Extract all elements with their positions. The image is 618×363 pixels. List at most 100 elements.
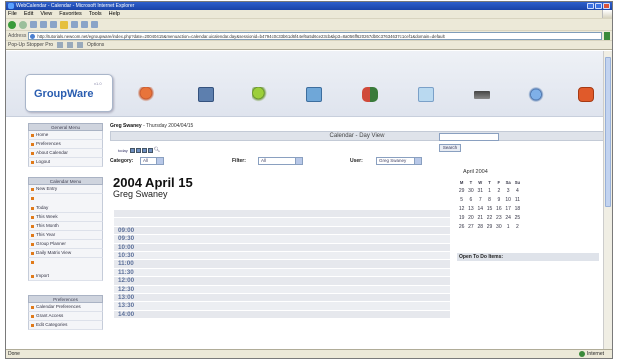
stop-icon[interactable] — [30, 21, 37, 28]
time-slot[interactable]: 13:30 — [114, 302, 450, 311]
day-cell[interactable]: 4 — [513, 187, 522, 196]
menu-file[interactable]: File — [8, 11, 17, 17]
time-slot[interactable]: 12:00 — [114, 277, 450, 286]
logout-icon[interactable] — [578, 87, 594, 102]
menu-view[interactable]: View — [40, 11, 52, 17]
favorites-icon[interactable] — [60, 20, 68, 29]
users-icon[interactable] — [362, 87, 378, 102]
search-input[interactable] — [439, 133, 499, 141]
search-icon[interactable]: 🔍︎ — [154, 147, 160, 153]
forward-icon[interactable] — [19, 20, 27, 29]
week-view-icon[interactable] — [135, 147, 141, 153]
time-slot[interactable]: 13:00 — [114, 293, 450, 303]
sidebar-item-home[interactable]: Home — [28, 131, 103, 140]
day-cell[interactable]: 23 — [494, 214, 503, 223]
menu-edit[interactable]: Edit — [24, 11, 33, 17]
mini-calendar-title[interactable]: April 2004 — [463, 169, 599, 175]
year-view-icon[interactable] — [147, 147, 153, 153]
preferences-icon[interactable] — [474, 91, 490, 99]
sidebar-item-logout[interactable]: Logout — [28, 158, 103, 167]
day-cell[interactable]: 5 — [457, 196, 466, 205]
category-select[interactable]: All — [140, 157, 164, 165]
calendar-icon[interactable] — [198, 87, 214, 102]
sidebar-item-group-planner[interactable]: Group Planner — [28, 240, 103, 249]
day-cell[interactable]: 19 — [457, 214, 466, 223]
sidebar-item-daily-matrix[interactable]: Daily Matrix View — [28, 249, 103, 258]
menu-tools[interactable]: Tools — [89, 11, 102, 17]
close-button[interactable] — [603, 3, 610, 9]
scrollbar-thumb[interactable] — [605, 57, 611, 207]
print-icon[interactable] — [91, 21, 98, 28]
sidebar-item-new-entry[interactable]: New Entry — [28, 185, 103, 194]
day-cell[interactable]: 12 — [457, 205, 466, 214]
day-cell[interactable]: 18 — [513, 205, 522, 214]
address-input[interactable]: http://tutorials.newcom.net/egroupware/i… — [28, 31, 602, 40]
search-button[interactable]: Search — [439, 144, 461, 152]
projects-icon[interactable] — [418, 87, 434, 102]
time-slot[interactable]: 11:30 — [114, 268, 450, 278]
filter-select[interactable]: All — [258, 157, 303, 165]
day-cell[interactable]: 17 — [503, 205, 512, 214]
time-slot[interactable]: 11:00 — [114, 260, 450, 269]
time-slot[interactable]: 14:00 — [114, 310, 450, 320]
sidebar-item-this-week[interactable]: This Week — [28, 213, 103, 222]
infolog-icon[interactable] — [252, 87, 268, 102]
popup-sound-icon[interactable] — [67, 42, 74, 48]
day-cell[interactable]: 10 — [503, 196, 512, 205]
day-cell[interactable]: 29 — [485, 223, 494, 232]
today-link[interactable]: today — [118, 148, 128, 153]
day-cell[interactable]: 24 — [503, 214, 512, 223]
addressbook-icon[interactable] — [306, 87, 322, 102]
day-cell[interactable]: 26 — [457, 223, 466, 232]
time-slot[interactable]: 09:30 — [114, 235, 450, 244]
day-cell[interactable]: 14 — [476, 205, 485, 214]
vertical-scrollbar[interactable] — [603, 51, 612, 350]
day-cell[interactable]: 31 — [476, 187, 485, 196]
day-cell[interactable]: 1 — [485, 187, 494, 196]
day-cell[interactable]: 13 — [466, 205, 475, 214]
day-cell[interactable]: 30 — [494, 223, 503, 232]
sidebar-item-today[interactable]: Today — [28, 204, 103, 213]
sidebar-item-about[interactable]: About Calendar — [28, 149, 103, 158]
day-cell[interactable]: 28 — [476, 223, 485, 232]
day-cell[interactable]: 7 — [476, 196, 485, 205]
back-icon[interactable] — [8, 20, 16, 29]
maximize-button[interactable] — [595, 3, 602, 9]
time-slot[interactable]: 12:30 — [114, 285, 450, 294]
sidebar-item-this-year[interactable]: This Year — [28, 231, 103, 240]
sidebar-item-preferences[interactable]: Preferences — [28, 140, 103, 149]
sidebar-item-calendar-preferences[interactable]: Calendar Preferences — [28, 303, 103, 312]
menu-help[interactable]: Help — [109, 11, 120, 17]
sidebar-item-this-month[interactable]: This Month — [28, 222, 103, 231]
day-cell[interactable]: 20 — [466, 214, 475, 223]
mail-icon[interactable] — [81, 21, 88, 28]
day-cell[interactable]: 29 — [457, 187, 466, 196]
time-slot[interactable]: 10:30 — [114, 251, 450, 261]
menu-favorites[interactable]: Favorites — [59, 11, 82, 17]
time-slot[interactable] — [114, 210, 450, 219]
popup-list-icon[interactable] — [77, 42, 84, 48]
day-cell[interactable]: 3 — [503, 187, 512, 196]
go-button[interactable] — [604, 31, 610, 40]
day-cell[interactable]: 8 — [485, 196, 494, 205]
day-cell[interactable]: 1 — [503, 223, 512, 232]
time-slot[interactable]: 09:00 — [114, 226, 450, 236]
day-cell[interactable]: 27 — [466, 223, 475, 232]
time-slot[interactable] — [114, 218, 450, 227]
day-cell[interactable]: 2 — [494, 187, 503, 196]
sidebar-item-edit-categories[interactable]: Edit Categories — [28, 321, 103, 330]
home-icon[interactable] — [138, 87, 154, 102]
day-cell[interactable]: 25 — [513, 214, 522, 223]
day-cell[interactable]: 6 — [466, 196, 475, 205]
refresh-icon[interactable] — [40, 21, 47, 28]
day-cell[interactable]: 9 — [494, 196, 503, 205]
history-icon[interactable] — [71, 21, 78, 28]
day-cell[interactable]: 21 — [476, 214, 485, 223]
day-cell[interactable]: 22 — [485, 214, 494, 223]
minimize-button[interactable] — [587, 3, 594, 9]
help-icon[interactable] — [528, 87, 544, 102]
user-select[interactable]: Greg Swaney — [376, 157, 422, 165]
options-link[interactable]: Options — [87, 42, 104, 48]
day-cell[interactable]: 16 — [494, 205, 503, 214]
sidebar-item-import[interactable]: Import — [28, 272, 103, 281]
